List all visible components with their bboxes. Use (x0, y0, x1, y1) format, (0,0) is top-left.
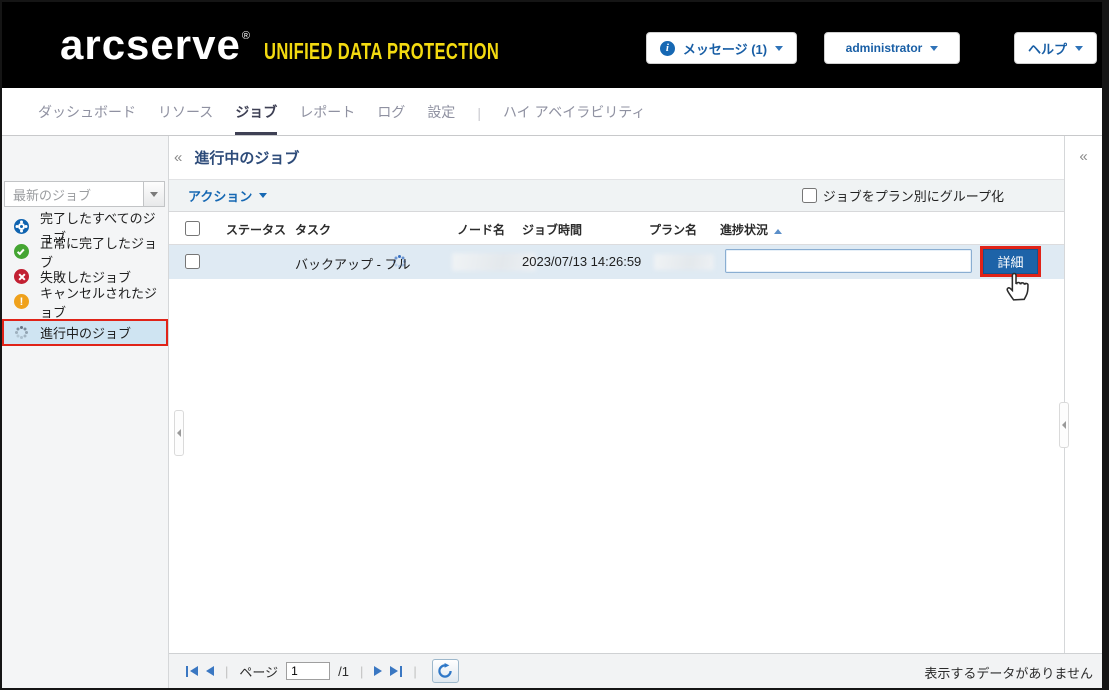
jobs-sidebar: 最新のジョブ 完了したすべてのジョブ 正常に完了したジョブ 失敗したジョブ ! … (2, 136, 169, 688)
failed-icon (14, 269, 29, 284)
right-panel: « (1064, 136, 1102, 653)
job-filter-value: 最新のジョブ (5, 185, 143, 204)
page-label: ページ (239, 662, 278, 681)
no-data-status-text: 表示するデータがありません (924, 663, 1093, 682)
tab-high-availability[interactable]: ハイ アベイラビリティ (503, 88, 646, 135)
info-icon: i (660, 41, 675, 56)
sidebar-item-successful-jobs[interactable]: 正常に完了したジョブ (2, 239, 168, 264)
column-node[interactable]: ノード名 (457, 221, 505, 238)
app-window: arcserve ® UNIFIED DATA PROTECTION i メッセ… (0, 0, 1109, 690)
tab-jobs[interactable]: ジョブ (235, 88, 277, 135)
column-job-time[interactable]: ジョブ時間 (522, 221, 582, 238)
success-icon (14, 244, 29, 259)
tab-dashboard[interactable]: ダッシュボード (38, 88, 136, 135)
sidebar-splitter-handle[interactable] (174, 410, 184, 456)
collapse-left-arrow-icon (1062, 421, 1066, 429)
messages-button[interactable]: i メッセージ (1) (646, 32, 797, 64)
refresh-icon (437, 663, 453, 679)
group-by-plan-control: ジョブをプラン別にグループ化 (802, 186, 1004, 205)
logo-brand-text: arcserve (60, 22, 241, 68)
tab-settings[interactable]: 設定 (427, 88, 455, 135)
user-menu-button[interactable]: administrator (824, 32, 960, 64)
column-status[interactable]: ステータス (226, 221, 286, 238)
next-page-button[interactable] (374, 666, 382, 676)
group-by-plan-label: ジョブをプラン別にグループ化 (823, 186, 1004, 205)
tab-reports[interactable]: レポート (299, 88, 355, 135)
in-progress-spinner-icon (20, 331, 23, 334)
job-filter-list: 完了したすべてのジョブ 正常に完了したジョブ 失敗したジョブ ! キャンセルされ… (2, 214, 168, 346)
progress-bar (725, 249, 972, 273)
collapse-sidebar-icon[interactable]: « (174, 149, 182, 166)
sidebar-item-jobs-in-progress[interactable]: 進行中のジョブ (2, 319, 168, 346)
task-cell: バックアップ - フル (295, 254, 411, 273)
registered-mark: ® (242, 30, 250, 42)
tab-resources[interactable]: リソース (158, 88, 213, 135)
first-page-button[interactable] (186, 666, 198, 677)
actions-menu-button[interactable]: アクション (188, 186, 267, 205)
help-button-label: ヘルプ (1028, 39, 1067, 58)
jobs-table-header: ステータス タスク ノード名 ジョブ時間 プラン名 進捗状況 (169, 212, 1064, 245)
previous-page-button[interactable] (206, 666, 214, 676)
jobs-toolbar: アクション ジョブをプラン別にグループ化 (169, 179, 1064, 212)
refresh-button[interactable] (432, 659, 459, 683)
last-page-button[interactable] (390, 666, 402, 677)
main-nav: ダッシュボード リソース ジョブ レポート ログ 設定 | ハイ アベイラビリテ… (2, 88, 1102, 136)
sidebar-item-canceled-jobs[interactable]: ! キャンセルされたジョブ (2, 289, 168, 314)
job-time-cell: 2023/07/13 14:26:59 (522, 254, 641, 269)
plan-name-redacted (654, 254, 714, 270)
page-title: 進行中のジョブ (194, 147, 299, 168)
page-total: /1 (338, 664, 349, 679)
table-row[interactable]: バックアップ - フル 2023/07/13 14:26:59 詳細 (169, 245, 1064, 279)
logo-product-text: UNIFIED DATA PROTECTION (264, 38, 499, 65)
chevron-down-icon (259, 193, 267, 198)
nav-separator: | (477, 88, 481, 135)
hand-cursor-icon (1000, 264, 1034, 302)
column-plan[interactable]: プラン名 (649, 221, 697, 238)
pager-controls: | ページ /1 | | (186, 659, 459, 683)
page-title-bar: « 進行中のジョブ (169, 136, 1063, 179)
help-button[interactable]: ヘルプ (1014, 32, 1097, 64)
canceled-icon: ! (14, 294, 29, 309)
app-header: arcserve ® UNIFIED DATA PROTECTION i メッセ… (2, 2, 1102, 88)
combobox-dropdown-button[interactable] (143, 182, 164, 206)
chevron-down-icon (1075, 46, 1083, 51)
collapse-left-arrow-icon (177, 429, 181, 437)
chevron-down-icon (150, 192, 158, 197)
user-menu-label: administrator (846, 41, 923, 55)
messages-button-label: メッセージ (1) (683, 39, 767, 58)
job-filter-combobox[interactable]: 最新のジョブ (4, 181, 165, 207)
row-checkbox[interactable] (185, 254, 200, 269)
select-all-checkbox[interactable] (185, 221, 200, 236)
tab-log[interactable]: ログ (377, 88, 405, 135)
pager-bar: | ページ /1 | | 表示するデータがありません (169, 653, 1102, 688)
group-by-plan-checkbox[interactable] (802, 188, 817, 203)
right-panel-splitter-handle[interactable] (1059, 402, 1069, 448)
chevron-down-icon (775, 46, 783, 51)
all-jobs-icon (14, 219, 29, 234)
page-number-input[interactable] (286, 662, 330, 680)
column-task[interactable]: タスク (295, 221, 331, 238)
collapse-right-panel-icon[interactable]: « (1065, 148, 1102, 165)
chevron-down-icon (930, 46, 938, 51)
arcserve-logo: arcserve ® UNIFIED DATA PROTECTION (60, 22, 591, 68)
column-progress[interactable]: 進捗状況 (720, 221, 782, 238)
sort-asc-icon (774, 229, 782, 234)
